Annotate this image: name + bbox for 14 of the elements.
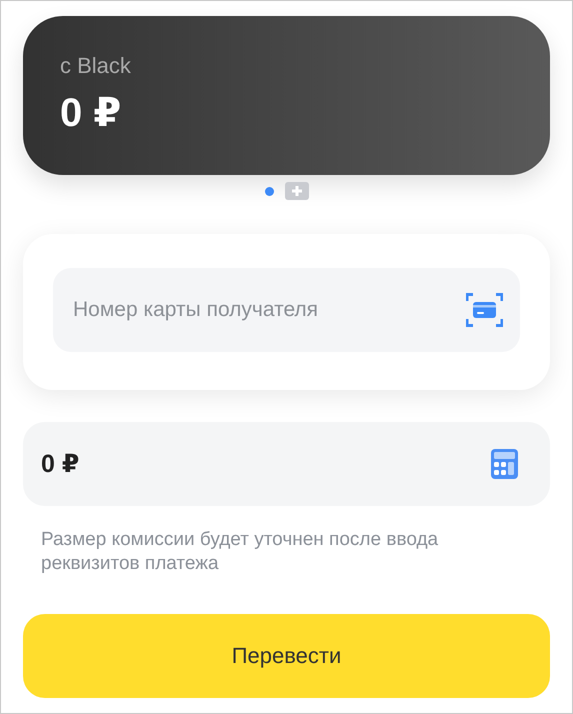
add-card-button[interactable] — [284, 182, 308, 200]
pager-dot[interactable] — [264, 186, 274, 196]
commission-note: Размер комиссии будет уточнен после ввода реквизитов платежа — [41, 528, 440, 576]
account-balance: 0 ₽ — [60, 90, 122, 136]
plus-icon — [290, 185, 302, 197]
calculator-icon[interactable] — [491, 449, 518, 479]
amount-value: 0 ₽ — [41, 449, 80, 479]
card-scan-icon[interactable] — [466, 293, 503, 327]
account-card[interactable]: с Black 0 ₽ — [23, 16, 550, 175]
transfer-button[interactable]: Перевести — [23, 614, 550, 698]
amount-field[interactable]: 0 ₽ — [23, 422, 550, 506]
card-number-field[interactable]: Номер карты получателя — [53, 268, 520, 352]
account-label: с Black — [60, 52, 131, 80]
card-number-input[interactable]: Номер карты получателя — [71, 297, 466, 323]
